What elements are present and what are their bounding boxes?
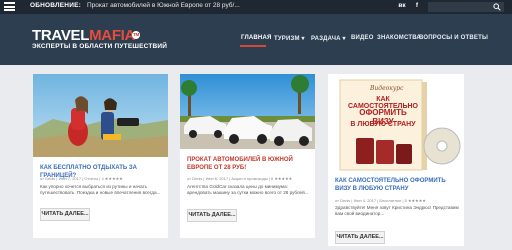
post-meta: от Denis | Июн 7, 2017 | Отчеты | 4 ★★★★… [40, 176, 123, 181]
search-icon[interactable] [493, 3, 501, 11]
post-image-visa-course[interactable]: Видеокурс КАК САМОСТОЯТЕЛЬНО ОФОРМИТЬ ВИ… [328, 74, 464, 174]
post-title[interactable]: ПРОКАТ АВТОМОБИЛЕЙ В ЮЖНОЙ ЕВРОПЕ ОТ 28 … [187, 157, 309, 172]
vk-icon[interactable]: вк [396, 2, 408, 12]
post-card: Видеокурс КАК САМОСТОЯТЕЛЬНО ОФОРМИТЬ ВИ… [328, 74, 464, 246]
news-ticker-link[interactable]: Прокат автомобилей в Южной Европе от 28 … [87, 2, 240, 9]
post-image-travelers[interactable] [33, 74, 168, 157]
hamburger-menu-icon[interactable] [4, 2, 15, 11]
top-bar: ОБНОВЛЕНИЕ: Прокат автомобилей в Южной Е… [0, 0, 512, 14]
site-tagline: ЭКСПЕРТЫ В ОБЛАСТИ ПУТЕШЕСТВИЙ [32, 43, 168, 50]
post-meta: от Denis | Июн 6, 2017 | Акции и промоко… [187, 176, 293, 181]
cover-title-line: В ЛЮБУЮ СТРАНУ [350, 121, 416, 128]
facebook-icon[interactable]: f [413, 2, 421, 12]
logo-mafia: MAFIA [89, 27, 136, 44]
post-meta: от Denis | Июн 4, 2017 | Бесплатное | 5 … [335, 198, 426, 203]
post-title[interactable]: КАК САМОСТОЯТЕЛЬНО ОФОРМИТЬ ВИЗУ В ЛЮБУЮ… [335, 178, 459, 193]
post-card: КАК БЕСПЛАТНО ОТДЫХАТЬ ЗА ГРАНИЦЕЙ? от D… [33, 74, 168, 238]
logo-badge: TM [132, 31, 140, 39]
post-excerpt: Агентство GoldCar сказала цены до миниму… [187, 184, 309, 196]
read-more-button[interactable]: ЧИТАТЬ ДАЛЕЕ... [40, 208, 90, 221]
nav-item-faq[interactable]: ВОПРОСЫ И ОТВЕТЫ [419, 35, 488, 41]
updates-label: ОБНОВЛЕНИЕ: [30, 2, 81, 9]
cover-subtitle: Видеокурс [370, 85, 404, 92]
nav-item-home[interactable]: ГЛАВНАЯ [241, 35, 272, 41]
nav-item-tourism[interactable]: ТУРИЗМ ▾ [274, 35, 305, 42]
post-excerpt: Здравствуйте! Меня зовут Кристина Эндрюс… [335, 205, 459, 217]
read-more-button[interactable]: ЧИТАТЬ ДАЛЕЕ... [335, 231, 385, 244]
post-image-cars[interactable] [180, 74, 315, 149]
logo-travel: TRAVEL [32, 27, 90, 44]
site-logo[interactable]: TRAVELMAFIA TM [32, 27, 140, 44]
read-more-button[interactable]: ЧИТАТЬ ДАЛЕЕ... [187, 209, 237, 222]
post-excerpt: Как упорно хочется выбраться из рутины и… [40, 184, 161, 196]
post-card: ПРОКАТ АВТОМОБИЛЕЙ В ЮЖНОЙ ЕВРОПЕ ОТ 28 … [180, 74, 315, 238]
nav-item-dating[interactable]: ЗНАКОМСТВА [377, 35, 421, 41]
active-nav-indicator [240, 45, 266, 47]
search-input[interactable] [428, 2, 504, 12]
nav-item-video[interactable]: ВИДЕО [351, 35, 374, 41]
nav-item-giveaway[interactable]: РАЗДАЧА ▾ [311, 35, 346, 42]
